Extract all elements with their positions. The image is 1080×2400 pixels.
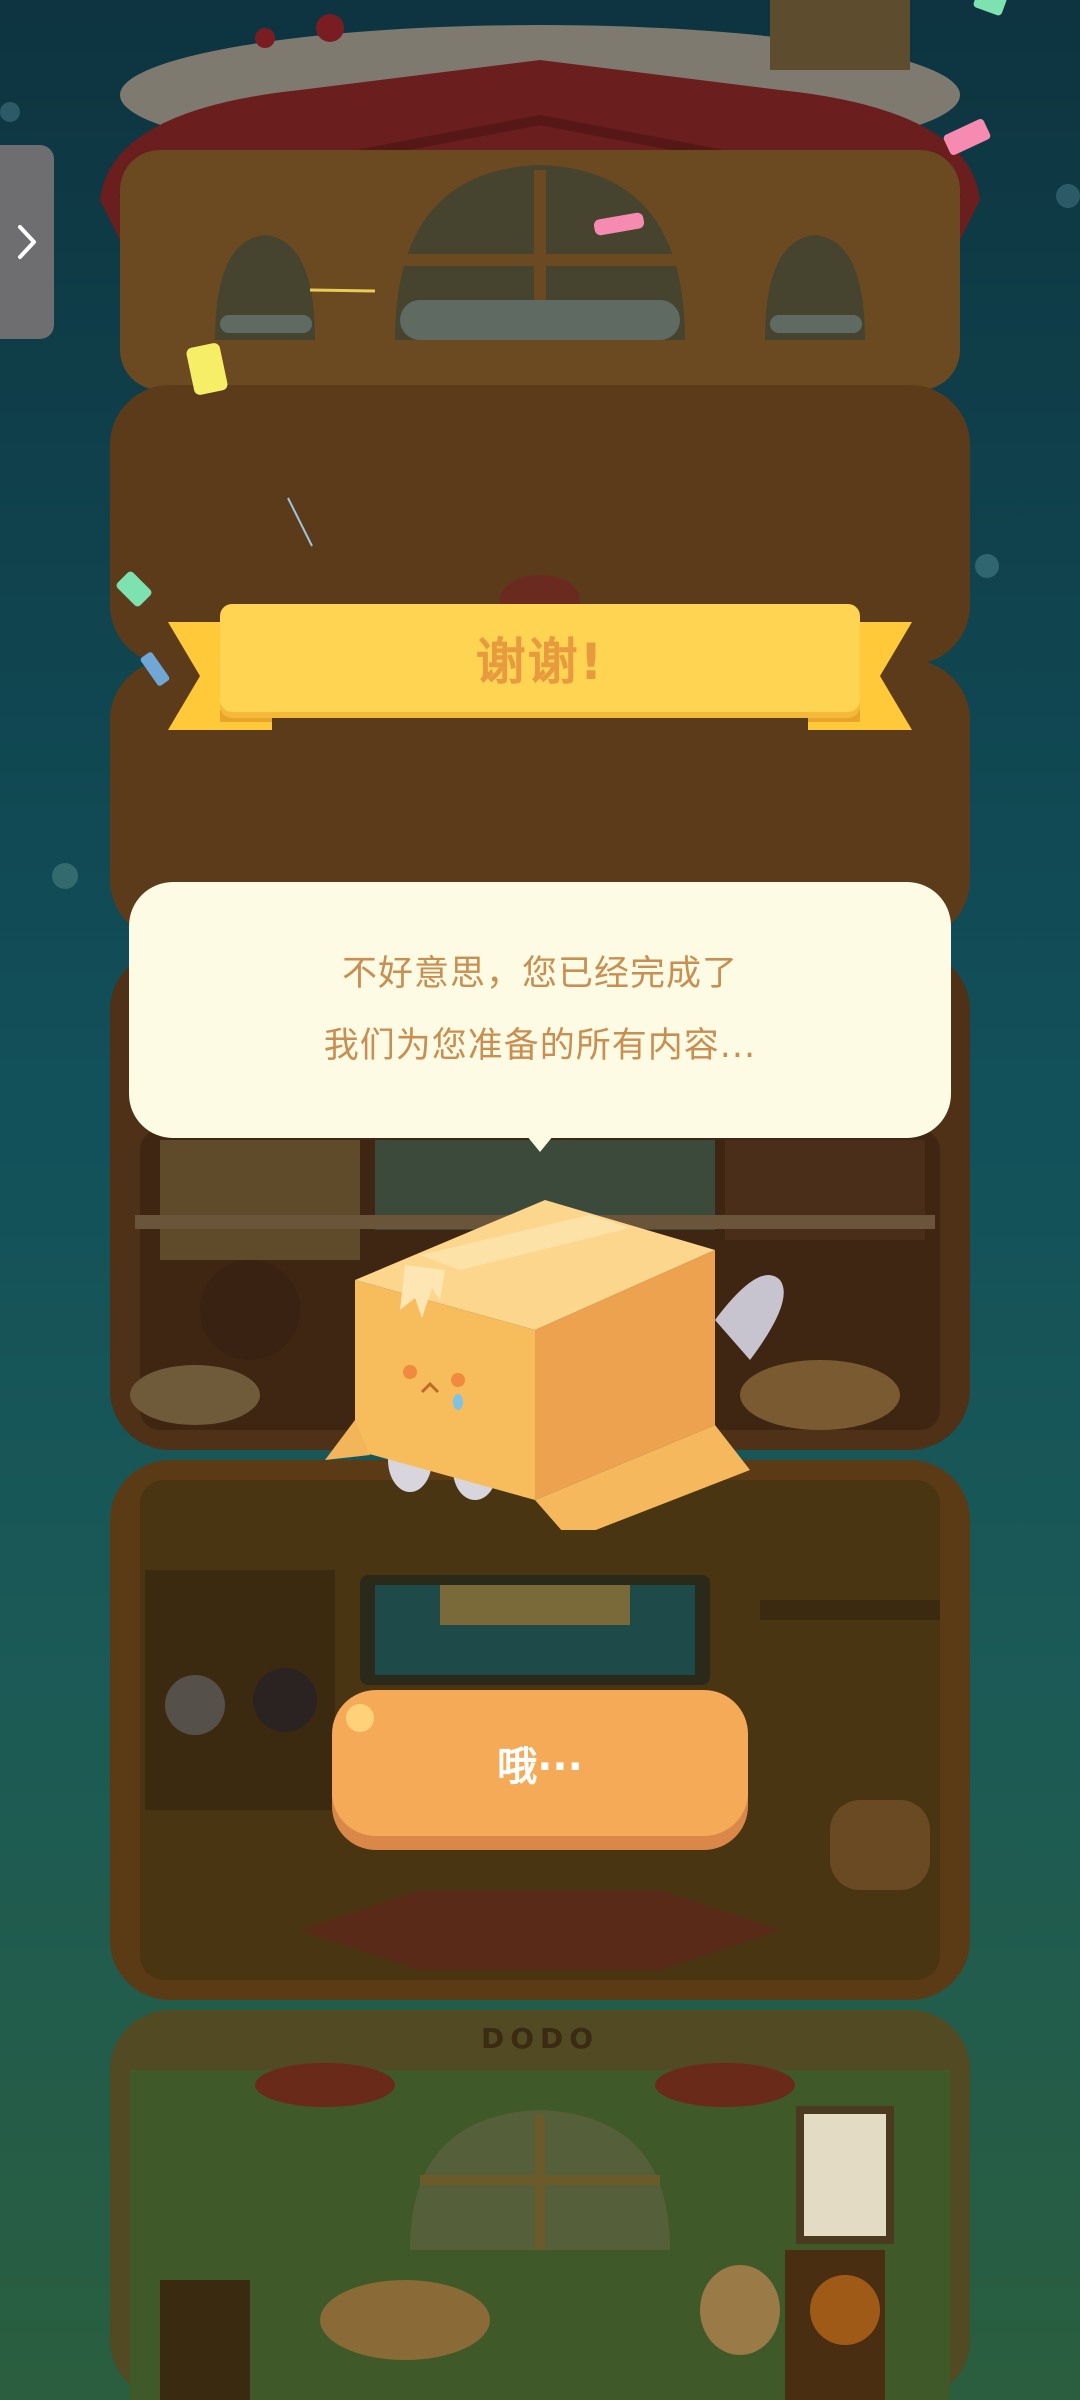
side-panel-toggle[interactable] (0, 145, 54, 339)
button-shine (346, 1704, 374, 1732)
confirm-button[interactable]: 哦··· (332, 1690, 748, 1836)
chevron-right-icon (18, 225, 36, 259)
title-banner: 谢谢! (168, 600, 912, 730)
confirm-button-label: 哦··· (497, 1744, 583, 1790)
ribbon-body: 谢谢! (220, 604, 860, 712)
message-line-1: 不好意思，您已经完成了 (341, 954, 738, 994)
banner-title: 谢谢! (475, 633, 605, 691)
message-line-2: 我们为您准备的所有内容... (323, 1026, 757, 1066)
speech-bubble: 不好意思，您已经完成了 我们为您准备的所有内容... (129, 882, 951, 1138)
speech-bubble-tail (522, 1130, 558, 1152)
box-cat-character (325, 1200, 784, 1530)
game-screen: DODO 谢谢! 不好意思，您已经完成了 我们为您准备的所有内容... 哦··· (0, 0, 1080, 2400)
